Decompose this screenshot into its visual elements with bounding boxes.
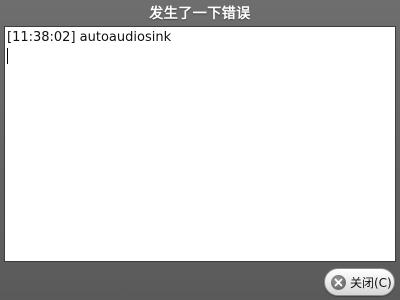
error-dialog: 发生了一下错误 [11:38:02] autoaudiosink 关闭(C): [0, 0, 400, 300]
close-button-label: 关闭(C): [350, 275, 392, 290]
title-bar: 发生了一下错误: [0, 0, 400, 26]
dialog-title: 发生了一下错误: [149, 6, 251, 22]
close-button[interactable]: 关闭(C): [324, 268, 395, 296]
log-line: [11:38:02] autoaudiosink: [7, 30, 172, 45]
text-caret: [7, 48, 8, 64]
error-log-textarea[interactable]: [11:38:02] autoaudiosink: [4, 26, 396, 262]
close-icon: [331, 274, 346, 290]
